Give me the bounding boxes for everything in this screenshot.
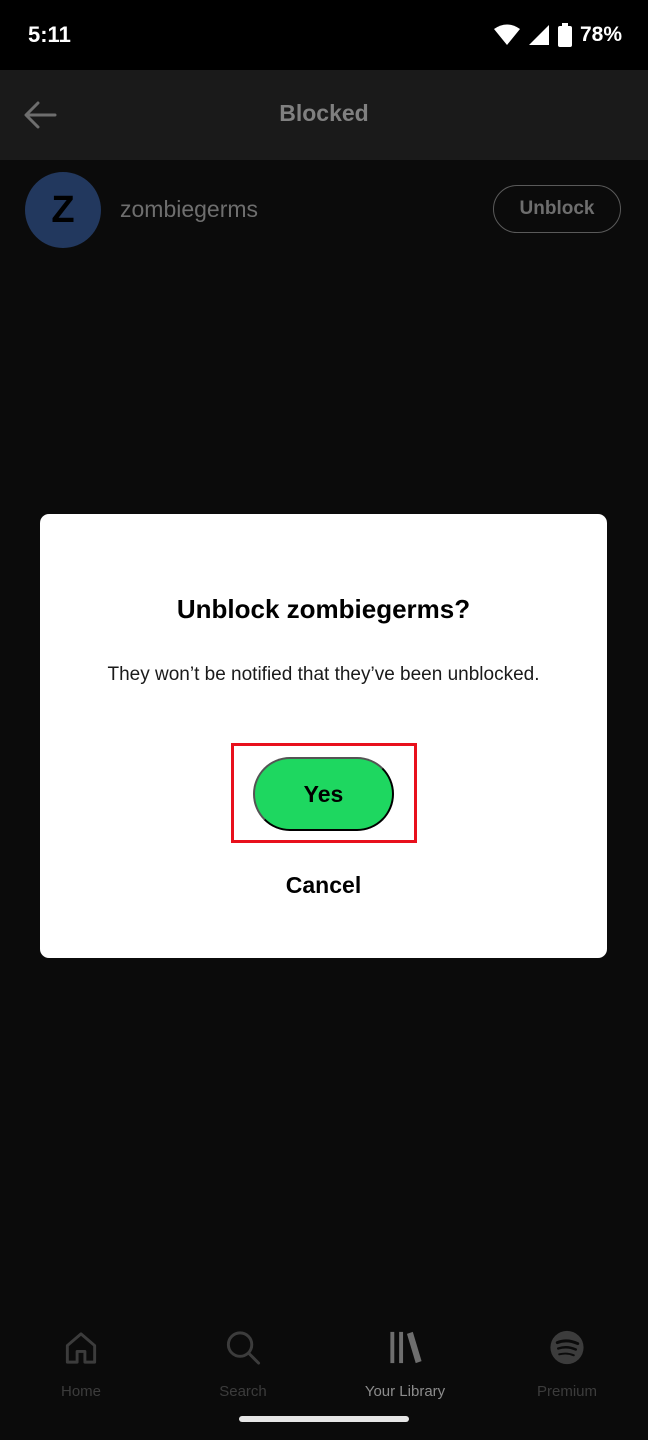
wifi-icon (493, 24, 520, 45)
nav-label-premium: Premium (536, 1383, 597, 1400)
blocked-user-row: Z zombiegerms Unblock (0, 170, 648, 250)
spotify-icon (550, 1330, 584, 1365)
top-bar: Blocked (0, 70, 648, 160)
home-icon (65, 1332, 97, 1364)
nav-label-your-library: Your Library (364, 1383, 446, 1400)
nav-item-home[interactable]: Home (0, 1310, 162, 1400)
bottom-nav: Home Search Your Library Premium (0, 1310, 648, 1410)
search-icon (226, 1331, 261, 1365)
unblock-button[interactable]: Unblock (493, 185, 621, 233)
unblock-dialog: Unblock zombiegerms? They won’t be notif… (40, 514, 607, 958)
cell-signal-icon (528, 25, 549, 45)
home-indicator[interactable] (239, 1416, 409, 1422)
nav-label-search: Search (219, 1383, 267, 1400)
nav-label-home: Home (60, 1383, 101, 1400)
nav-item-your-library[interactable]: Your Library (324, 1310, 486, 1400)
status-icons: 78% (493, 20, 622, 50)
nav-item-search[interactable]: Search (162, 1310, 324, 1400)
yes-button[interactable]: Yes (253, 757, 394, 831)
dialog-title: Unblock zombiegerms? (176, 594, 471, 624)
dialog-message: They won’t be notified that they’ve been… (107, 664, 540, 685)
avatar[interactable]: Z (25, 172, 101, 248)
cancel-button[interactable]: Cancel (40, 872, 607, 899)
nav-item-premium[interactable]: Premium (486, 1310, 648, 1400)
screen: 5:11 78% Blocked Z zombiegerms Unblock U… (0, 0, 648, 1440)
status-bar: 5:11 78% (0, 0, 648, 70)
library-icon (390, 1331, 422, 1364)
username[interactable]: zombiegerms (120, 196, 258, 223)
page-title: Blocked (279, 100, 369, 126)
status-time: 5:11 (28, 22, 71, 47)
battery-percent: 78% (579, 23, 622, 46)
battery-icon (557, 23, 572, 47)
